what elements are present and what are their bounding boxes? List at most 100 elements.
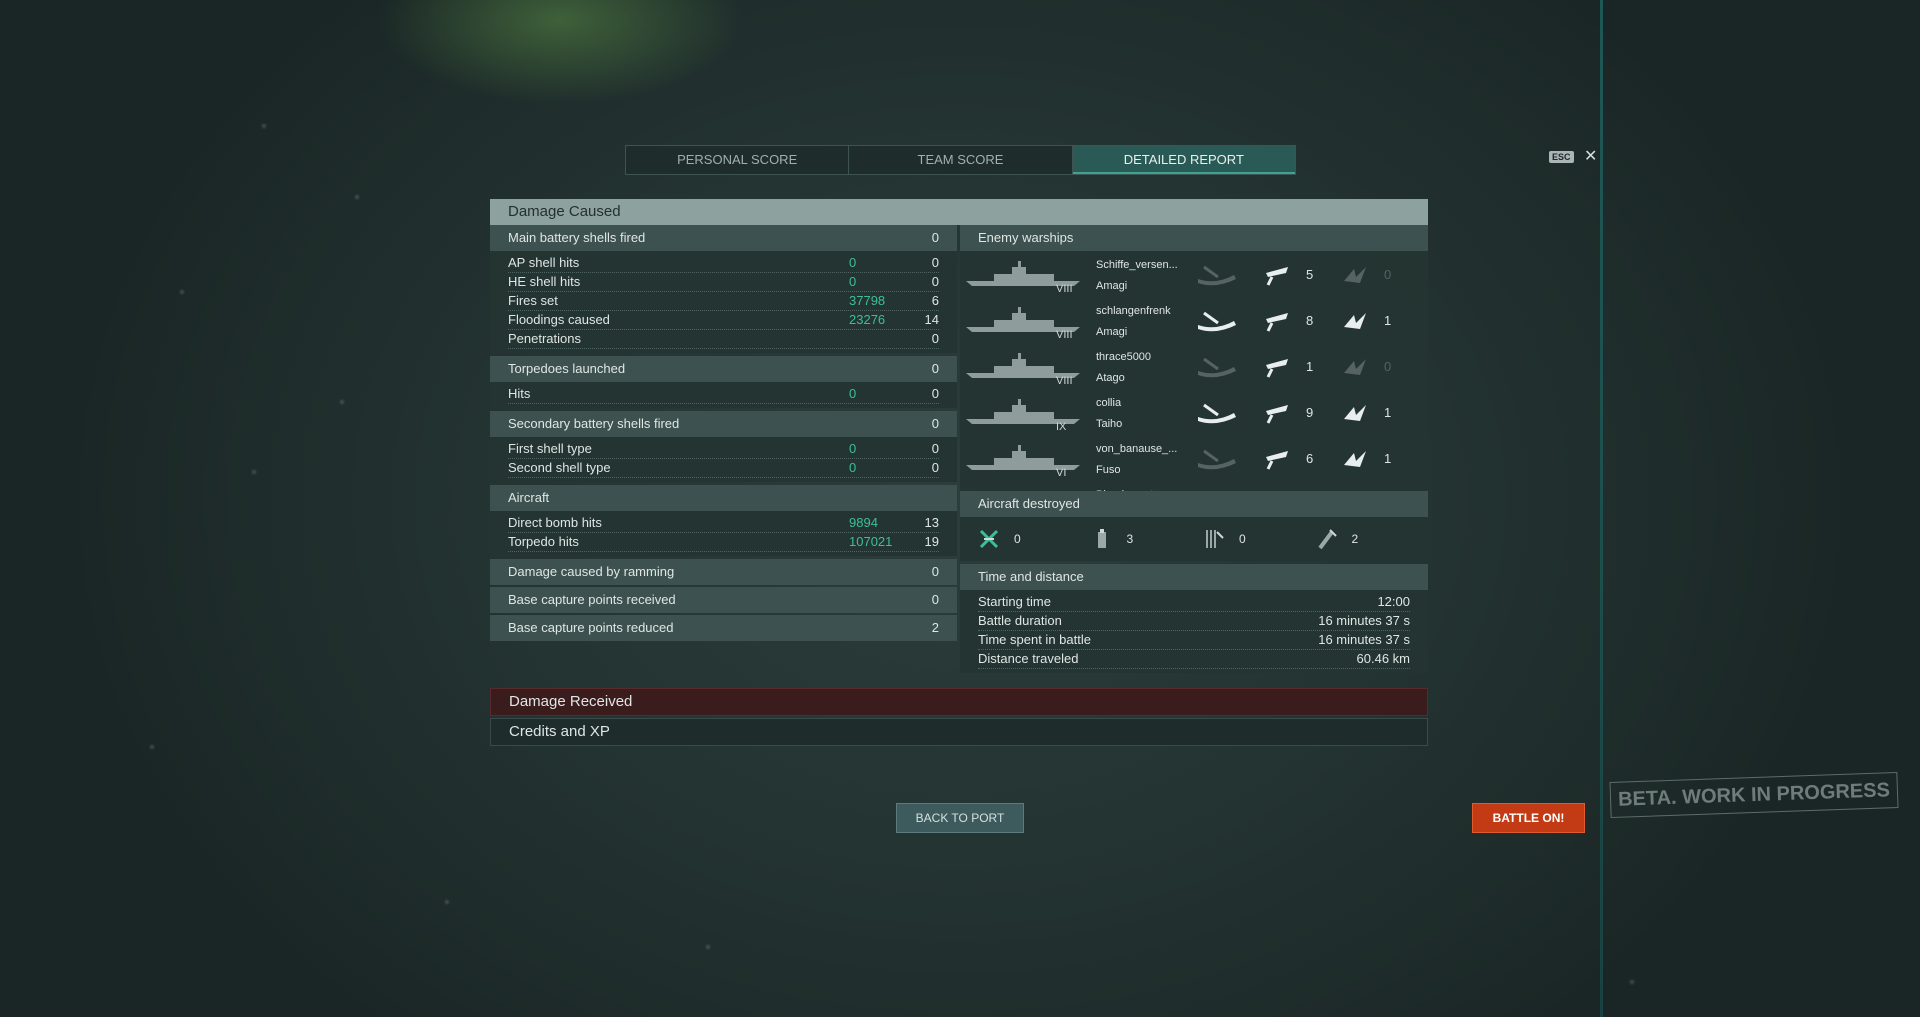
enemy-ship-row[interactable]: IX collia Taiho 9 1 [960,389,1428,435]
torpedo-bomber-icon [1206,530,1224,548]
stat-label: Base capture points reduced [508,620,674,635]
plane-destroyed-icon [979,529,999,549]
main-battery-section: Main battery shells fired 0 AP shell hit… [490,225,957,353]
stat-damage: 0 [849,255,857,270]
stat-damage: 107021 [849,534,893,549]
time-label: Time spent in battle [978,632,1091,647]
ship-names: Bloodymaster [1096,485,1163,491]
stat-value: 2 [931,620,939,635]
time-distance-section: Time and distance Starting time 12:00 Bat… [960,564,1428,673]
ship-name: Amagi [1096,326,1128,338]
stat-row: Floodings caused 23276 14 [508,311,939,330]
section-header: Secondary battery shells fired 0 [490,411,957,437]
torpedo-hit-icon [1340,263,1382,287]
stat-label: Fires set [508,293,558,308]
section-value: 0 [931,416,939,431]
damage-caused-stats: Main battery shells fired 0 AP shell hit… [490,225,957,676]
torpedo-hit-count: 1 [1384,405,1392,420]
bomb-hit-icon [1262,263,1304,287]
aircraft-cell: 0 [1203,528,1316,550]
section-title: Main battery shells fired [508,230,646,245]
stat-label: Direct bomb hits [508,515,602,530]
player-name: Schiffe_versen... [1096,259,1178,271]
tab-personal-score[interactable]: PERSONAL SCORE [626,146,850,174]
section-title: Enemy warships [978,230,1074,245]
stat-count: 19 [924,534,939,549]
section-header: Time and distance [960,564,1428,590]
bomb-hit-count: 9 [1306,405,1314,420]
background-speck [150,745,154,749]
section-title: Torpedoes launched [508,361,626,376]
section-value: 0 [931,230,939,245]
credits-xp-header[interactable]: Credits and XP [490,718,1428,746]
torpedo-hit-count: 1 [1384,313,1392,328]
enemy-warships-list[interactable]: VIII Schiffe_versen... Amagi 5 0 VIII schlange… [960,251,1428,491]
bomb-hit-icon [1262,447,1304,471]
close-icon[interactable]: ✕ [1584,146,1597,166]
detailed-report-panel: Damage Caused Main battery shells fired … [490,199,1428,746]
stat-damage: 0 [849,386,857,401]
torpedo-hit-count: 0 [1384,267,1392,282]
section-title: Aircraft destroyed [978,496,1080,511]
background-speck [180,290,184,294]
beta-watermark: BETA. WORK IN PROGRESS [1609,771,1899,819]
player-name: von_banause_... [1096,443,1178,455]
section-title: Secondary battery shells fired [508,416,680,431]
stat-row: Direct bomb hits 9894 13 [508,514,939,533]
time-label: Starting time [978,594,1051,609]
bomb-hit-count: 8 [1306,313,1314,328]
section-header: Main battery shells fired 0 [490,225,957,251]
tab-detailed-report[interactable]: DETAILED REPORT [1072,146,1295,174]
ship-destroyed-icon [1196,401,1238,425]
torpedo-hit-icon [1340,355,1382,379]
back-to-port-button[interactable]: BACK TO PORT [896,803,1024,833]
player-name: Bloodymaster [1096,485,1163,491]
stat-label: Hits [508,386,531,401]
damage-received-header[interactable]: Damage Received [490,688,1428,716]
aircraft-count: 0 [1239,532,1246,546]
stat-count: 13 [924,515,939,530]
enemy-ship-row[interactable]: Bloodymaster [960,481,1428,491]
ship-names: von_banause_... Fuso [1096,439,1177,481]
torpedo-hit-count: 0 [1384,359,1392,374]
stat-label: Torpedo hits [508,534,579,549]
fighter-squadron-icon [1097,529,1106,548]
stat-row: AP shell hits 0 0 [508,254,939,273]
aircraft-cell: 3 [1091,528,1204,550]
dive-bomber-icon [1317,529,1337,550]
torpedo-hit-count: 1 [1384,451,1392,466]
esc-key-hint: ESC [1549,151,1574,163]
stat-label: First shell type [508,441,592,456]
stat-damage: 23276 [849,312,886,327]
aircraft-destroyed-row: 0 3 0 2 [960,517,1428,561]
time-value: 16 minutes 37 s [1318,632,1410,647]
battle-on-button[interactable]: BATTLE ON! [1472,803,1585,833]
capture-reduced-row: Base capture points reduced 2 [490,615,957,641]
aircraft-count: 3 [1126,532,1134,546]
damage-caused-header[interactable]: Damage Caused [490,199,1428,225]
section-title: Time and distance [978,569,1084,584]
tab-team-score[interactable]: TEAM SCORE [849,146,1073,174]
stat-label: HE shell hits [508,274,581,289]
enemy-ship-row[interactable]: VIII schlangenfrenk Amagi 8 1 [960,297,1428,343]
section-title: Aircraft [508,490,550,505]
enemy-ship-row[interactable]: VIII Schiffe_versen... Amagi 5 0 [960,251,1428,297]
ship-names: thrace5000 Atago [1096,347,1151,389]
enemy-warships-section: Enemy warships VIII Schiffe_versen... Amag… [960,225,1428,491]
enemy-ship-row[interactable]: VI von_banause_... Fuso 6 1 [960,435,1428,481]
time-value: 12:00 [1377,594,1410,609]
ship-tier: VIII [1056,283,1073,295]
player-name: thrace5000 [1096,351,1152,363]
section-rows: Direct bomb hits 9894 13 Torpedo hits 10702… [490,511,957,556]
stat-label: Damage caused by ramming [508,564,675,579]
ship-tier: VIII [1056,375,1073,387]
time-row: Distance traveled 60.46 km [978,650,1410,669]
stat-label: Floodings caused [508,312,610,327]
ship-tier: VIII [1056,329,1073,341]
section-header: Aircraft destroyed [960,491,1428,517]
section-header: Aircraft [490,485,957,511]
ship-tier: IX [1056,421,1067,433]
stat-label: AP shell hits [508,255,580,270]
enemy-ship-row[interactable]: VIII thrace5000 Atago 1 0 [960,343,1428,389]
stat-damage: 0 [849,460,857,475]
